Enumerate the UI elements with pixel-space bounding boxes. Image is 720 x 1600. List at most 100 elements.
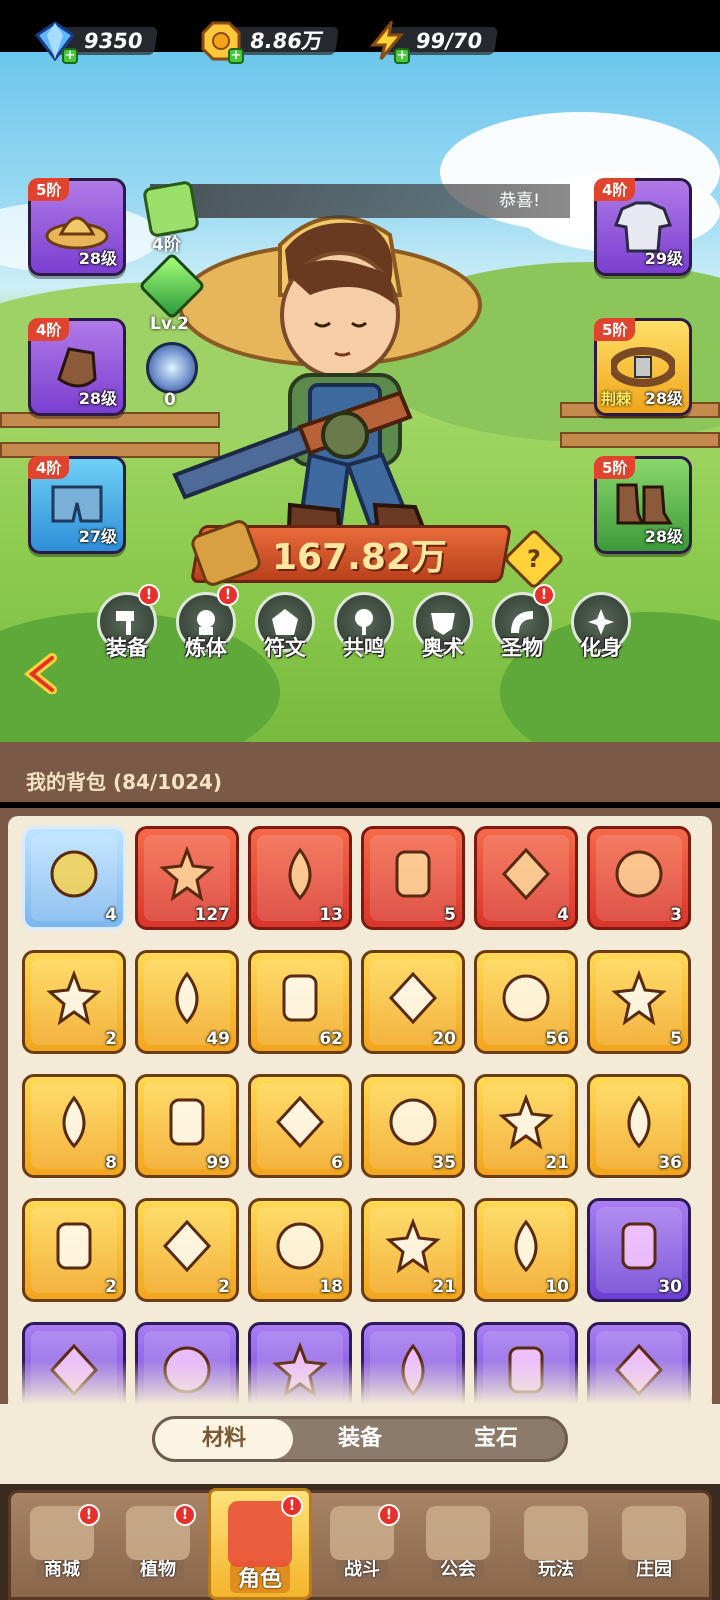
equip-slot-boots[interactable]: 5阶 28级 [594,456,692,554]
tier-badge: 4阶 [594,178,636,201]
alert-badge: ! [281,1495,303,1517]
bag-item[interactable]: 3 [587,826,691,930]
func-label: 化身 [580,636,622,660]
bag-title: 我的背包 (84/1024) [26,770,223,794]
level-label: 29级 [644,249,683,268]
gameplay-icon [524,1506,588,1560]
bag-item[interactable]: 6 [248,1074,352,1178]
func-arcane[interactable]: 奥术 [406,592,480,662]
alert-badge: ! [533,584,555,606]
farmer-character [172,215,482,566]
bag-item[interactable]: 21 [361,1198,465,1302]
equip-slot-gloves[interactable]: 4阶 28级 [28,318,126,416]
energy-counter[interactable]: + 99/70 [366,21,499,64]
nav-shop[interactable]: 商城 ! [18,1504,106,1596]
bag-item[interactable]: 35 [361,1074,465,1178]
teal-potion-icon [272,1218,328,1278]
plus-icon[interactable]: + [228,48,244,64]
level-label: 28级 [644,527,683,546]
bag-item[interactable]: 56 [474,950,578,1054]
nav-battle[interactable]: 战斗 ! [318,1504,406,1596]
bag-item[interactable]: 10 [474,1198,578,1302]
item-count: 49 [206,1029,230,1049]
func-body-training[interactable]: 炼体 ! [169,584,243,662]
rainbow-elixir-icon [611,846,667,906]
red-potion-icon [272,846,328,906]
combat-power: 167.82万 [272,537,447,578]
nav-plant[interactable]: 植物 ! [114,1504,202,1596]
alert-badge: ! [78,1504,100,1526]
bag-item[interactable]: 20 [361,950,465,1054]
alert-badge: ! [217,584,239,606]
func-rune[interactable]: 符文 [248,592,322,662]
func-avatar[interactable]: 化身 [564,592,638,662]
func-label: 装备 [106,636,148,660]
orb-count: 0 [164,390,176,410]
plus-icon[interactable]: + [62,48,78,64]
bag-item[interactable]: 4 [22,826,126,930]
bag-item[interactable]: 5 [361,826,465,930]
orb-icon[interactable] [146,342,198,394]
item-count: 18 [319,1277,343,1297]
func-relic[interactable]: 圣物 ! [485,584,559,662]
nav-gameplay[interactable]: 玩法 [512,1506,600,1596]
diamond-counter[interactable]: + 9350 [34,21,159,64]
bag-item[interactable]: 13 [248,826,352,930]
alert-badge: ! [378,1504,400,1526]
bag-item[interactable]: 30 [587,1198,691,1302]
bag-item[interactable]: 4 [474,826,578,930]
nav-guild[interactable]: 公会 [414,1506,502,1596]
nav-manor[interactable]: 庄园 [610,1506,698,1596]
item-count: 6 [331,1153,343,1173]
plus-icon[interactable]: + [394,48,410,64]
tab-gems[interactable]: 宝石 [427,1419,565,1459]
equip-slot-hat[interactable]: 5阶 28级 [28,178,126,276]
gold-coin-icon: + [200,20,244,64]
question-icon: ? [527,545,541,573]
tier-badge: 5阶 [594,456,636,479]
func-label: 共鸣 [343,636,385,660]
item-count: 127 [194,905,231,925]
func-label: 奥术 [422,636,464,660]
energy-bolt-icon: + [366,20,410,64]
tab-equipment[interactable]: 装备 [291,1419,429,1459]
func-label: 炼体 [185,636,227,660]
item-count: 99 [206,1153,230,1173]
equip-slot-shorts[interactable]: 4阶 27级 [28,456,126,554]
bag-item[interactable]: 62 [248,950,352,1054]
nav-character[interactable]: 角色 ! [208,1488,312,1600]
basket-icon [272,970,328,1030]
bag-item[interactable]: 49 [135,950,239,1054]
equip-slot-shirt[interactable]: 4阶 29级 [594,178,692,276]
amber-crystal-icon [159,1218,215,1278]
bag-item[interactable]: 21 [474,1074,578,1178]
func-equipment[interactable]: 装备 ! [90,584,164,662]
bag-item[interactable]: 36 [587,1074,691,1178]
collapse-arrow-icon[interactable] [22,652,64,695]
item-count: 2 [105,1277,117,1297]
congrats-banner: 恭喜! [150,184,570,218]
scroll-fade [8,1360,712,1404]
bag-item[interactable]: 8 [22,1074,126,1178]
bag-item[interactable]: 99 [135,1074,239,1178]
func-resonance[interactable]: 共鸣 [327,592,401,662]
bag-item[interactable]: 2 [135,1198,239,1302]
item-count: 35 [432,1153,456,1173]
bag-item[interactable]: 2 [22,950,126,1054]
item-count: 10 [545,1277,569,1297]
red-flower-icon [385,1094,441,1154]
bag-item[interactable]: 2 [22,1198,126,1302]
jar-icon [46,1218,102,1278]
gold-counter[interactable]: + 8.86万 [200,21,339,64]
orange-elixir-icon [498,846,554,906]
equip-slot-belt[interactable]: 5阶 荆棘 28级 [594,318,692,416]
tab-materials[interactable]: 材料 [155,1419,293,1459]
bag-item[interactable]: 5 [587,950,691,1054]
golden-flower-icon [611,969,667,1030]
gold-key-icon [498,970,554,1030]
item-count: 4 [557,905,569,925]
bag-item[interactable]: 18 [248,1198,352,1302]
bag-item[interactable]: 127 [135,826,239,930]
bag-grid: 4 127 13 5 4 3 2 49 62 20 56 5 8 99 6 35 21 36 2 2 18 21 10 30 [8,816,712,1404]
star-crystal-icon [159,845,215,906]
